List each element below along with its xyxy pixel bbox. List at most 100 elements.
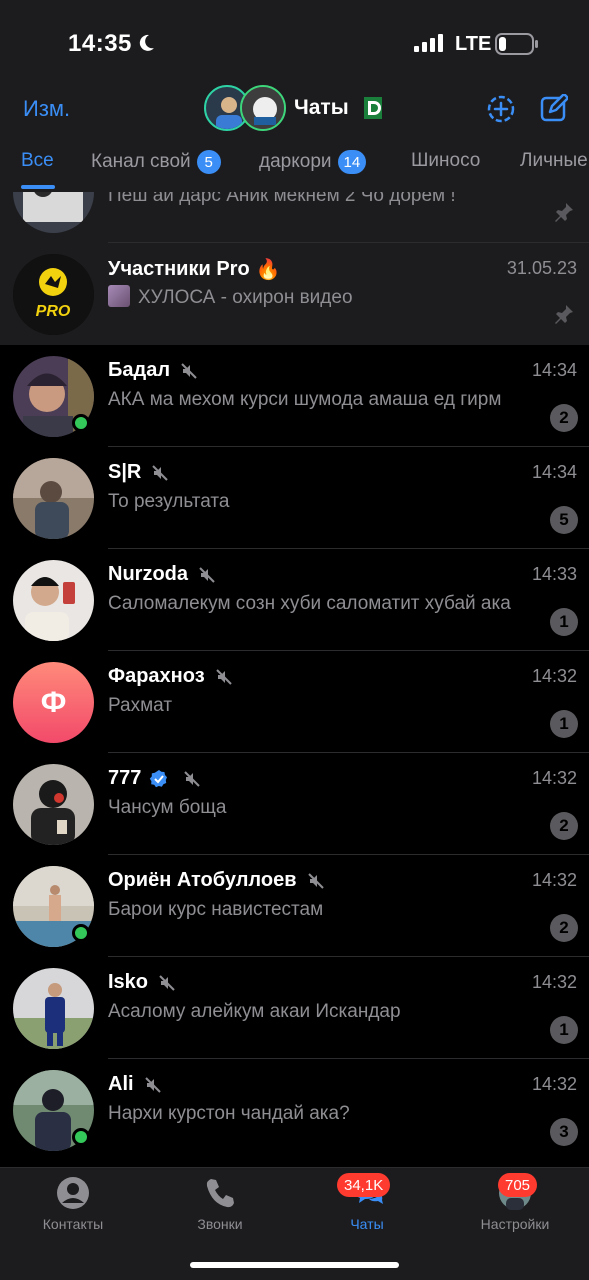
avatar <box>13 458 94 539</box>
story-avatar[interactable] <box>240 85 286 131</box>
chat-row[interactable]: Пеш аи дарс Аник мекнем 2 Чо дорем ! <box>0 192 589 243</box>
tabbar-label: Чаты <box>350 1216 384 1232</box>
unread-count: 5 <box>550 506 578 534</box>
network-type: LTE <box>455 33 492 55</box>
tabbar-label: Контакты <box>42 1216 104 1232</box>
chat-name-line: Участники Pro 🔥 <box>108 257 281 282</box>
unread-count: 2 <box>550 404 578 432</box>
chat-time: 14:32 <box>531 972 577 992</box>
chat-name-line: S|R <box>108 461 169 484</box>
compose-icon[interactable] <box>540 94 568 122</box>
message-preview: Рахмат <box>108 695 173 716</box>
unread-badge: 705 <box>498 1173 538 1197</box>
chat-row[interactable]: Бадал 14:34 АКА ма мехом курси шумода ам… <box>0 345 589 447</box>
tab-all[interactable]: Все <box>21 150 54 172</box>
online-indicator <box>72 414 90 432</box>
chat-name: Бадал <box>108 359 171 381</box>
chat-time: 14:33 <box>531 564 577 584</box>
folder-tabs: Все Канал свой 5 даркори 14 Шиносо Личные <box>0 145 589 192</box>
chat-time: 14:32 <box>531 1074 577 1094</box>
new-story-icon[interactable] <box>486 94 516 124</box>
home-indicator[interactable] <box>190 1262 399 1268</box>
message-preview: Чансум боща <box>108 797 227 818</box>
tab-channel[interactable]: Канал свой 5 <box>91 150 221 174</box>
unread-count: 3 <box>550 1118 578 1146</box>
message-preview: ХУЛОСА - охирон видео <box>138 287 353 308</box>
tabbar-chats[interactable]: Чаты 34,1K <box>307 1173 427 1232</box>
message-preview: Пеш аи дарс Аник мекнем 2 Чо дорем ! <box>108 192 456 206</box>
tabbar-contacts[interactable]: Контакты <box>13 1176 133 1232</box>
chat-time: 14:32 <box>531 768 577 788</box>
chat-row[interactable]: PRO Участники Pro 🔥 31.05.23 ХУЛОСА - ох… <box>0 243 589 345</box>
muted-icon <box>181 362 197 379</box>
tabbar-label: Настройки <box>480 1216 550 1232</box>
chat-name: Nurzoda <box>108 563 188 585</box>
status-time: 14:35 <box>68 30 132 57</box>
pin-icon <box>555 203 573 222</box>
avatar: PRO <box>13 254 94 335</box>
tab-darkori[interactable]: даркори 14 <box>259 150 367 174</box>
unread-badge: 34,1K <box>337 1173 391 1197</box>
avatar: Ф <box>13 662 94 743</box>
message-preview: То результата <box>108 491 230 512</box>
chat-name: Ali <box>108 1073 134 1095</box>
avatar <box>13 560 94 641</box>
signal-icon <box>414 34 443 52</box>
chat-row[interactable]: Ali 14:32 Нархи курстон чандай ака? 3 <box>0 1059 589 1161</box>
tab-label: Канал свой <box>91 151 191 172</box>
tabbar-label: Звонки <box>197 1216 243 1232</box>
chat-time: 31.05.23 <box>506 258 577 278</box>
unread-count: 2 <box>550 812 578 840</box>
tab-personal[interactable]: Личные <box>520 150 588 172</box>
chat-name-line: Ali <box>108 1073 162 1096</box>
edit-button[interactable]: Изм. <box>23 96 70 122</box>
tabbar-calls[interactable]: Звонки <box>160 1176 280 1232</box>
tab-label: Шиносо <box>411 150 481 171</box>
battery-icon <box>495 33 538 55</box>
chat-time: 14:32 <box>531 666 577 686</box>
message-preview: Барои курс навистестам <box>108 899 324 920</box>
header: 14:35 LTE Изм. Чаты Все Канал свой 5 дар… <box>0 0 589 192</box>
chat-name-line: Ориён Атобуллоев <box>108 869 325 892</box>
tab-label: Все <box>21 150 54 171</box>
online-indicator <box>72 924 90 942</box>
message-preview: Нархи курстон чандай ака? <box>108 1103 350 1124</box>
muted-icon <box>159 974 175 991</box>
pro-logo-text: PRO <box>36 303 71 320</box>
avatar-initial: Ф <box>40 685 67 719</box>
muted-icon <box>144 1076 161 1093</box>
phone-icon <box>206 1179 234 1208</box>
chat-list[interactable]: Пеш аи дарс Аник мекнем 2 Чо дорем ! PRO… <box>0 192 589 1167</box>
chat-row[interactable]: Ориён Атобуллоев 14:32 Барои курс навист… <box>0 855 589 957</box>
nav-title-group[interactable]: Чаты <box>204 85 385 131</box>
chat-row[interactable]: Ф Фарахноз 14:32 Рахмат 1 <box>0 651 589 753</box>
avatar <box>13 968 94 1049</box>
unread-count: 1 <box>550 1016 578 1044</box>
chat-name: Участники Pro <box>108 258 250 280</box>
chat-row[interactable]: Isko 14:32 Асалому алейкум акаи Искандар… <box>0 957 589 1059</box>
muted-icon <box>215 668 232 685</box>
unread-count: 1 <box>550 710 578 738</box>
message-preview: Саломалекум созн хуби саломатит хубай ак… <box>108 593 511 614</box>
chat-name-line: 777 <box>108 767 201 790</box>
moon-icon <box>139 34 154 51</box>
chat-name-line: Бадал <box>108 359 198 382</box>
chat-name: Isko <box>108 971 149 993</box>
online-indicator <box>72 1128 90 1146</box>
chat-name: 777 <box>108 767 142 789</box>
contacts-icon <box>57 1177 89 1209</box>
tabbar-settings[interactable]: Настройки 705 <box>455 1173 575 1232</box>
message-preview-line: ХУЛОСА - охирон видео <box>108 285 540 311</box>
chat-name: Фарахноз <box>108 665 205 687</box>
tab-shinoso[interactable]: Шиносо <box>411 150 480 172</box>
media-thumbnail-icon <box>108 285 130 307</box>
status-bar: 14:35 LTE <box>0 0 589 88</box>
chat-row[interactable]: S|R 14:34 То результата 5 <box>0 447 589 549</box>
chat-name-line: Фарахноз <box>108 665 233 688</box>
muted-icon <box>184 770 201 787</box>
tab-label: даркори <box>259 151 332 172</box>
chat-name: S|R <box>108 461 142 483</box>
tab-badge: 5 <box>196 150 221 174</box>
chat-row[interactable]: Nurzoda 14:33 Саломалекум созн хуби сало… <box>0 549 589 651</box>
chat-row[interactable]: 777 14:32 Чансум боща 2 <box>0 753 589 855</box>
